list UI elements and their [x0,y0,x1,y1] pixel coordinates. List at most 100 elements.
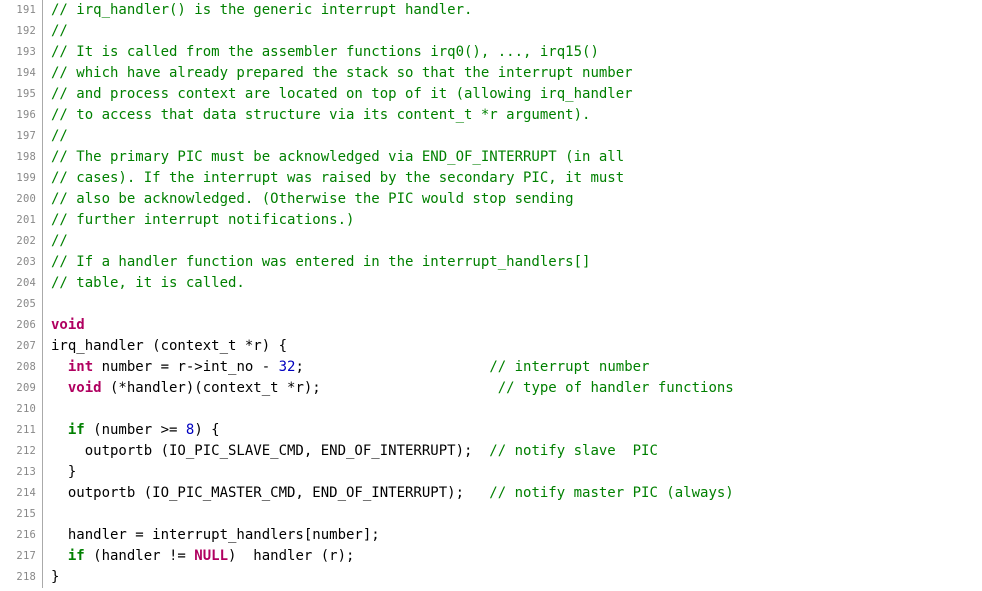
code-line[interactable]: // It is called from the assembler funct… [43,42,599,62]
token-comment: // to access that data structure via its… [51,107,590,123]
line-number: 218 [0,567,43,588]
code-line[interactable]: void [43,315,85,335]
line-number: 193 [0,42,43,63]
token-typekw: void [68,380,102,396]
code-line[interactable]: handler = interrupt_handlers[number]; [43,525,380,545]
line-number: 214 [0,483,43,504]
code-row[interactable]: 192// [0,21,982,42]
token-comment: // interrupt number [489,359,649,375]
code-line[interactable]: // The primary PIC must be acknowledged … [43,147,624,167]
code-row[interactable]: 195 // and process context are located on… [0,84,982,105]
code-row[interactable]: 208 int number = r->int_no - 32; // inte… [0,357,982,378]
code-line[interactable]: // table, it is called. [43,273,245,293]
token-plain: (*handler)(context_t *r); [102,380,498,396]
token-plain: number = r->int_no - [93,359,278,375]
code-line[interactable]: outportb (IO_PIC_MASTER_CMD, END_OF_INTE… [43,483,734,503]
token-ident: irq_handler (context_t *r) { [51,338,287,354]
token-number: 32 [279,359,296,375]
code-row[interactable]: 200// also be acknowledged. (Otherwise t… [0,189,982,210]
code-row[interactable]: 199 // cases). If the interrupt was raise… [0,168,982,189]
code-line[interactable]: } [43,462,76,482]
code-row[interactable]: 209 void (*handler)(context_t *r); // ty… [0,378,982,399]
code-row[interactable]: 198// The primary PIC must be acknowledg… [0,147,982,168]
line-number: 202 [0,231,43,252]
code-editor[interactable]: 191 // irq_handler() is the generic inter… [0,0,982,588]
token-comment: // and process context are located on to… [51,86,633,102]
token-typekw: void [51,317,85,333]
token-plain: } [51,569,59,585]
code-row[interactable]: 216 handler = interrupt_handlers[number]… [0,525,982,546]
code-line[interactable]: // also be acknowledged. (Otherwise the … [43,189,574,209]
token-comment: // notify slave PIC [489,443,658,459]
code-line[interactable]: // to access that data structure via its… [43,105,590,125]
code-line[interactable]: // [43,21,68,41]
code-row[interactable]: 210 [0,399,982,420]
code-row[interactable]: 196// to access that data structure via … [0,105,982,126]
token-comment: // irq_handler() is the generic interrup… [51,2,472,18]
line-number: 209 [0,378,43,399]
code-line[interactable]: // cases). If the interrupt was raised b… [43,168,624,188]
token-plain [51,359,68,375]
code-row[interactable]: 218} [0,567,982,588]
token-typekw: int [68,359,93,375]
code-row[interactable]: 215 [0,504,982,525]
code-row[interactable]: 205 [0,294,982,315]
line-number: 194 [0,63,43,84]
code-row[interactable]: 214 outportb (IO_PIC_MASTER_CMD, END_OF_… [0,483,982,504]
code-line[interactable]: // If a handler function was entered in … [43,252,590,272]
code-row[interactable]: 213 } [0,462,982,483]
code-row[interactable]: 193 // It is called from the assembler fu… [0,42,982,63]
line-number: 203 [0,252,43,273]
code-row[interactable]: 194 // which have already prepared the st… [0,63,982,84]
token-comment: // which have already prepared the stack… [51,65,633,81]
token-comment: // cases). If the interrupt was raised b… [51,170,624,186]
line-number: 195 [0,84,43,105]
line-number: 199 [0,168,43,189]
code-line[interactable]: if (handler != NULL) handler (r); [43,546,354,566]
code-row[interactable]: 191 // irq_handler() is the generic inter… [0,0,982,21]
token-plain: } [51,464,76,480]
code-line[interactable]: irq_handler (context_t *r) { [43,336,287,356]
line-number: 191 [0,0,43,21]
code-row[interactable]: 204// table, it is called. [0,273,982,294]
token-comment: // [51,23,68,39]
code-row[interactable]: 201// further interrupt notifications.) [0,210,982,231]
line-number: 216 [0,525,43,546]
token-comment: // It is called from the assembler funct… [51,44,599,60]
line-number: 198 [0,147,43,168]
code-row[interactable]: 202// [0,231,982,252]
code-row[interactable]: 203// If a handler function was entered … [0,252,982,273]
code-row[interactable]: 211 if (number >= 8) { [0,420,982,441]
token-comment: // table, it is called. [51,275,245,291]
code-row[interactable]: 197// [0,126,982,147]
code-line[interactable]: // [43,231,68,251]
code-line[interactable]: outportb (IO_PIC_SLAVE_CMD, END_OF_INTER… [43,441,658,461]
code-row[interactable]: 212 outportb (IO_PIC_SLAVE_CMD, END_OF_I… [0,441,982,462]
line-number: 206 [0,315,43,336]
token-plain [51,422,68,438]
line-number: 215 [0,504,43,525]
code-row[interactable]: 217 if (handler != NULL) handler (r); [0,546,982,567]
line-number: 213 [0,462,43,483]
code-row[interactable]: 206 void [0,315,982,336]
line-number: 201 [0,210,43,231]
token-keyword: if [68,548,85,564]
code-line[interactable]: int number = r->int_no - 32; // interrup… [43,357,649,377]
code-line[interactable]: // further interrupt notifications.) [43,210,354,230]
line-number: 197 [0,126,43,147]
line-number: 217 [0,546,43,567]
token-keyword: if [68,422,85,438]
token-plain: ) { [194,422,219,438]
token-plain [51,548,68,564]
code-line[interactable]: // and process context are located on to… [43,84,633,104]
code-line[interactable]: // [43,126,68,146]
code-line[interactable]: // which have already prepared the stack… [43,63,633,83]
code-line[interactable]: } [43,567,59,587]
code-line[interactable]: void (*handler)(context_t *r); // type o… [43,378,734,398]
line-number: 211 [0,420,43,441]
code-line[interactable]: if (number >= 8) { [43,420,220,440]
code-row[interactable]: 207 irq_handler (context_t *r) { [0,336,982,357]
code-line[interactable]: // irq_handler() is the generic interrup… [43,0,472,20]
line-number: 207 [0,336,43,357]
token-comment: // notify master PIC (always) [489,485,733,501]
